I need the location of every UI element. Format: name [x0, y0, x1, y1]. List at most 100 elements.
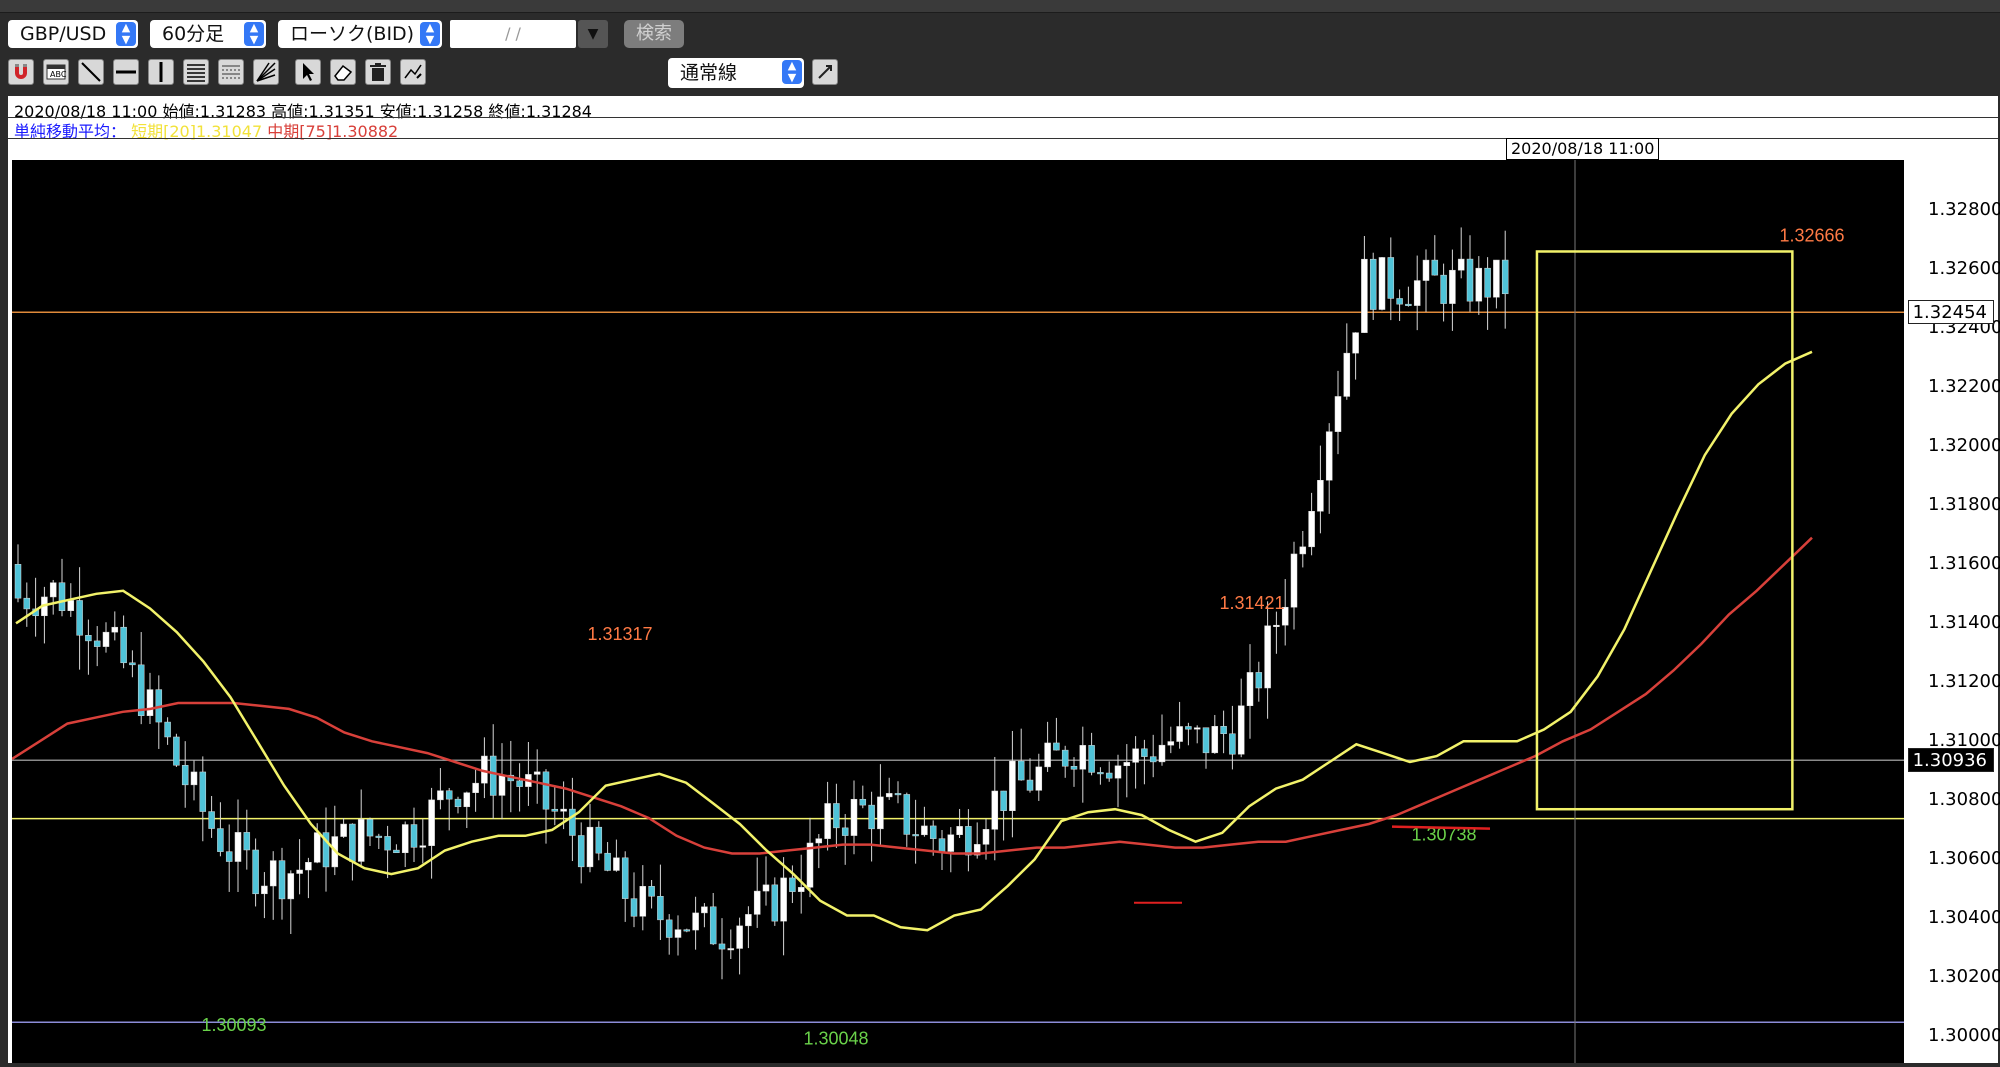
candle-body	[357, 819, 365, 862]
auto-draw-icon[interactable]	[400, 59, 426, 85]
magnet-icon[interactable]	[8, 59, 34, 85]
candle-body	[727, 948, 735, 951]
y-tick-label: 1.32000	[1928, 435, 2000, 457]
candle-body	[437, 790, 444, 801]
candle-body	[894, 793, 902, 796]
candle-body	[868, 804, 875, 830]
candle-body	[173, 736, 180, 766]
candle-body	[1193, 727, 1201, 730]
candle-body	[1097, 772, 1104, 775]
candle-body	[1299, 546, 1307, 555]
pen-icon[interactable]	[812, 59, 838, 85]
gann-fan-icon[interactable]	[253, 59, 279, 85]
price-axis[interactable]: 1.32800 1.32600 1.32400 1.32200 1.32000 1.318…	[1904, 160, 2000, 1063]
candle-body	[1475, 267, 1483, 302]
svg-text:ABC: ABC	[50, 70, 67, 79]
candle-body	[366, 819, 374, 837]
candle-body	[252, 849, 259, 895]
candle-body	[850, 798, 858, 836]
candle-body	[1070, 766, 1078, 770]
candle-body	[146, 689, 154, 716]
y-tick-label: 1.31400	[1928, 612, 2000, 634]
candle-body	[278, 860, 286, 900]
candle-body	[1457, 258, 1465, 271]
chart-type-select[interactable]: ローソク(BID) ▲ ▼	[278, 20, 442, 48]
candle-body	[1290, 553, 1298, 608]
timeframe-select-value: 60分足	[162, 23, 225, 45]
candle-body	[885, 793, 893, 798]
candle-body	[1343, 352, 1351, 397]
y-tick-label: 1.31800	[1928, 494, 2000, 516]
candle-body	[287, 873, 295, 900]
candle-body	[1317, 480, 1324, 512]
candlestick-chart[interactable]: 1.326661.314211.313171.300931.300481.307…	[11, 160, 1904, 1063]
candle-body	[1405, 303, 1412, 306]
candle-body	[771, 884, 779, 922]
candle-body	[639, 886, 647, 917]
candle-body	[815, 838, 823, 844]
date-dropdown-button[interactable]: ▼	[578, 20, 608, 48]
candle-body	[745, 914, 752, 927]
candle-body	[234, 832, 242, 862]
candle-body	[445, 790, 453, 800]
candle-body	[956, 826, 963, 835]
y-tick-label: 1.31200	[1928, 671, 2000, 693]
candle-body	[718, 943, 726, 950]
candle-body	[621, 857, 629, 899]
candle-body	[1141, 748, 1148, 757]
text-box-icon[interactable]: ABC	[43, 59, 69, 85]
candle-body	[1396, 298, 1403, 305]
trend-line-icon[interactable]	[78, 59, 104, 85]
candle-body	[701, 906, 708, 914]
candle-body	[665, 919, 673, 938]
candle-body	[1149, 756, 1157, 763]
candle-body	[428, 799, 435, 846]
line-style-select-value: 通常線	[680, 62, 738, 84]
y-tick-label: 1.30600	[1928, 848, 2000, 870]
candle-body	[349, 823, 356, 862]
candle-body	[841, 827, 849, 836]
timeframe-select[interactable]: 60分足 ▲ ▼	[150, 20, 266, 48]
crosshair-time-label: 2020/08/18 11:00	[1506, 138, 1660, 160]
chart-type-select-value: ローソク(BID)	[290, 23, 415, 45]
symbol-select[interactable]: GBP/USD ▲ ▼	[8, 20, 138, 48]
candle-body	[1273, 624, 1280, 627]
date-input[interactable]: / /	[450, 20, 576, 48]
eraser-icon[interactable]	[330, 59, 356, 85]
candle-body	[384, 836, 391, 851]
candle-body	[1167, 741, 1175, 746]
search-button[interactable]: 検索	[624, 20, 684, 48]
line-style-select[interactable]: 通常線 ▲ ▼	[668, 58, 804, 88]
trash-icon[interactable]	[365, 59, 391, 85]
candle-body	[1053, 742, 1060, 751]
candle-body	[1220, 726, 1227, 734]
candle-body	[1176, 726, 1183, 742]
candle-body	[120, 626, 127, 664]
candle-body	[1440, 274, 1447, 304]
price-annotation: 1.30048	[803, 1028, 868, 1048]
pointer-icon[interactable]	[295, 59, 321, 85]
fibonacci-icon[interactable]	[183, 59, 209, 85]
symbol-select-value: GBP/USD	[20, 23, 107, 45]
horizontal-line-icon[interactable]	[113, 59, 139, 85]
candle-body	[67, 600, 75, 611]
candle-body	[164, 721, 171, 738]
candle-body	[912, 834, 919, 837]
channel-icon[interactable]	[218, 59, 244, 85]
candle-body	[1334, 396, 1342, 432]
candle-body	[410, 824, 418, 848]
candle-body	[1449, 269, 1456, 304]
candle-body	[93, 640, 101, 647]
candle-body	[595, 826, 603, 854]
price-plot[interactable]: 1.32666 1.31421 1.31317 1.30093 1.30048 1.307…	[11, 160, 1904, 1063]
candle-body	[833, 803, 840, 829]
candle-body	[111, 626, 119, 633]
candle-body	[586, 826, 594, 868]
price-annotation: 1.30093	[201, 1015, 266, 1035]
candle-body	[780, 877, 787, 922]
candle-body	[1211, 726, 1219, 754]
candle-body	[472, 782, 479, 793]
vertical-line-icon[interactable]	[148, 59, 174, 85]
candle-body	[393, 849, 400, 854]
candle-body	[648, 886, 655, 897]
